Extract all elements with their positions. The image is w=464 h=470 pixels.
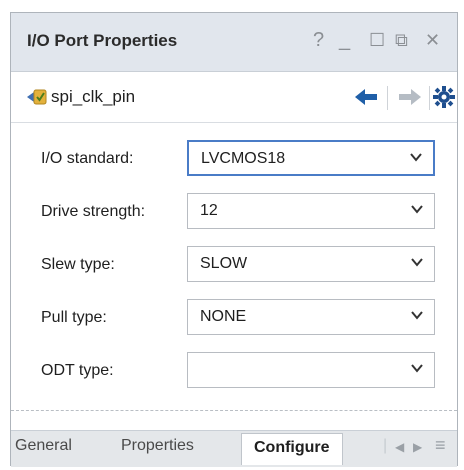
maximize-icon[interactable]: ☐ xyxy=(369,27,385,53)
back-arrow-icon[interactable] xyxy=(355,87,377,107)
tab-bar-separator: | xyxy=(383,437,388,454)
slew-type-select[interactable]: SLOW xyxy=(187,246,435,282)
odt-type-label: ODT type: xyxy=(41,362,114,379)
tab-menu-icon[interactable]: ≡ xyxy=(435,435,446,456)
io-port-properties-panel: I/O Port Properties ? _ ☐ ⧉ ✕ spi_clk_pi… xyxy=(10,12,458,467)
restore-icon[interactable]: ⧉ xyxy=(395,27,408,53)
drive-strength-label: Drive strength: xyxy=(41,203,146,220)
tab-bar: General Properties Configure | ◀ ▶ ≡ xyxy=(11,430,457,467)
tab-configure[interactable]: Configure xyxy=(241,433,343,465)
odt-type-select[interactable] xyxy=(187,352,435,388)
title-bar: I/O Port Properties ? _ ☐ ⧉ ✕ xyxy=(11,13,457,72)
slew-type-label: Slew type: xyxy=(41,256,115,273)
help-icon[interactable]: ? xyxy=(313,27,324,53)
toolbar-separator xyxy=(429,86,430,110)
tab-next-icon[interactable]: ▶ xyxy=(413,440,422,454)
io-standard-value: LVCMOS18 xyxy=(201,150,286,167)
chevron-down-icon xyxy=(411,258,423,267)
close-icon[interactable]: ✕ xyxy=(425,27,440,53)
toolbar-separator xyxy=(387,86,388,110)
pull-type-label: Pull type: xyxy=(41,309,107,326)
pull-type-value: NONE xyxy=(200,308,247,325)
chevron-down-icon xyxy=(411,364,423,373)
io-standard-label: I/O standard: xyxy=(41,150,134,167)
slew-type-value: SLOW xyxy=(200,255,248,272)
chevron-down-icon xyxy=(410,153,422,162)
io-standard-select[interactable]: LVCMOS18 xyxy=(187,140,435,176)
tab-prev-icon[interactable]: ◀ xyxy=(395,440,404,454)
object-name: spi_clk_pin xyxy=(51,87,136,106)
chevron-down-icon xyxy=(411,311,423,320)
forward-arrow-icon[interactable] xyxy=(399,87,421,107)
drive-strength-value: 12 xyxy=(200,202,218,219)
tab-general[interactable]: General xyxy=(15,437,72,455)
drive-strength-select[interactable]: 12 xyxy=(187,193,435,229)
minimize-icon[interactable]: _ xyxy=(339,27,350,53)
pull-type-select[interactable]: NONE xyxy=(187,299,435,335)
chevron-down-icon xyxy=(411,205,423,214)
tab-properties[interactable]: Properties xyxy=(121,437,194,455)
panel-title: I/O Port Properties xyxy=(27,31,178,50)
port-icon xyxy=(27,89,47,105)
object-toolbar: spi_clk_pin xyxy=(11,72,457,123)
gear-icon[interactable] xyxy=(433,86,455,108)
divider xyxy=(11,410,457,411)
